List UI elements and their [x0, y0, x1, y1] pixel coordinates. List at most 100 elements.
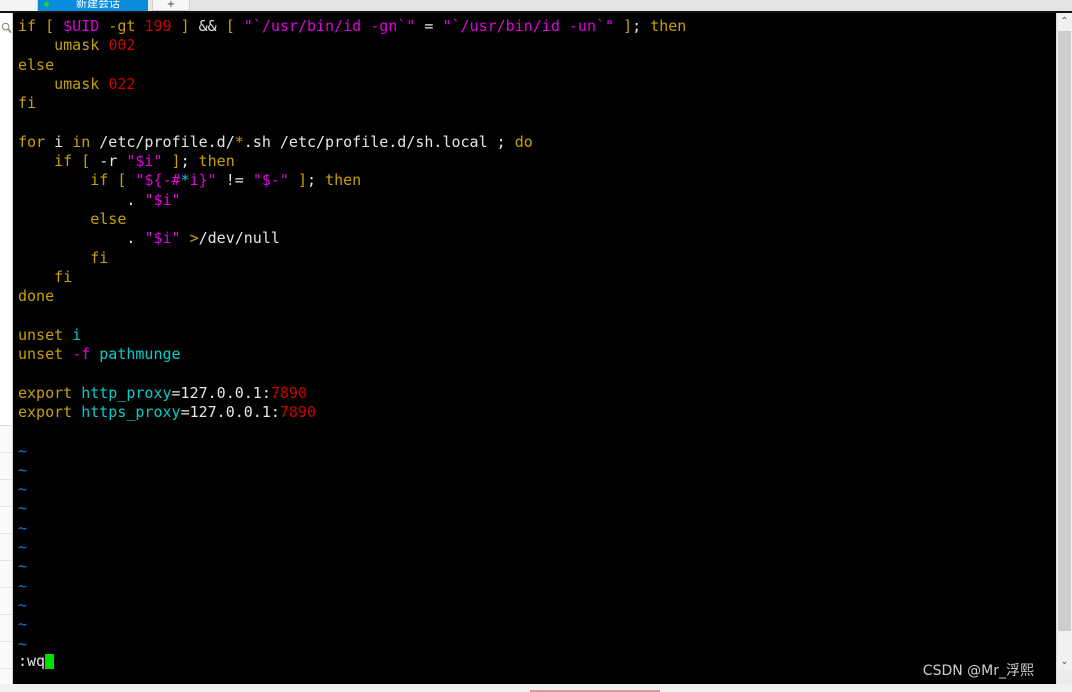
session-status-dot-icon	[44, 2, 49, 7]
code-line: export http_proxy=127.0.0.1:7890	[18, 384, 1056, 403]
code-token: *	[234, 132, 244, 151]
code-line: ~	[18, 577, 1056, 596]
code-line: ~	[18, 519, 1056, 538]
vim-command-line[interactable]: :wq	[18, 652, 55, 671]
code-token: $UID	[63, 17, 100, 35]
code-token: pathmunge	[99, 345, 181, 364]
list-item[interactable]	[0, 534, 12, 561]
code-token: fi	[54, 267, 73, 286]
code-token: ;	[632, 17, 642, 35]
code-token: ~	[18, 595, 28, 614]
code-token: "`/usr/bin/id -un`"	[442, 17, 615, 35]
code-line: ~	[18, 615, 1056, 634]
code-token: =127.0.0.1:	[180, 402, 280, 421]
code-token: ~	[18, 576, 28, 595]
code-token: fi	[90, 248, 109, 267]
code-token: [	[45, 17, 55, 35]
list-item[interactable]	[0, 642, 12, 669]
code-token: "${-#	[135, 171, 181, 190]
code-line: ~	[18, 557, 1056, 576]
code-token: .sh /etc/profile.d/sh.local	[243, 132, 497, 151]
list-item[interactable]	[0, 561, 12, 588]
code-token: ]	[623, 17, 633, 35]
tab-strip-empty-area	[191, 0, 1072, 11]
code-token: -r	[90, 152, 127, 171]
code-token: done	[18, 287, 55, 306]
terminal-screen[interactable]: if [ $UID -gt 199 ] && [ "`/usr/bin/id -…	[13, 13, 1056, 684]
code-token: =127.0.0.1:	[171, 383, 271, 402]
code-token: export	[18, 383, 73, 402]
search-icon[interactable]	[1, 20, 12, 34]
code-token: then	[325, 171, 362, 190]
tab-new-session[interactable]: 新建会话	[38, 0, 148, 11]
code-line: if [ "${-#*i}" != "$-" ]; then	[18, 171, 1056, 190]
code-line: fi	[18, 94, 1056, 113]
tab-strip: 新建会话 +	[0, 0, 1072, 11]
code-token: for	[18, 132, 46, 151]
code-token: umask	[18, 36, 109, 55]
list-item[interactable]	[0, 480, 12, 507]
new-tab-button[interactable]: +	[152, 0, 190, 11]
scroll-up-arrow-icon[interactable]: ⌃	[1057, 13, 1072, 30]
list-item[interactable]	[0, 426, 12, 453]
code-line: if [ -r "$i" ]; then	[18, 152, 1056, 171]
code-token: ~	[18, 460, 28, 479]
code-line: export https_proxy=127.0.0.1:7890	[18, 403, 1056, 422]
code-line: ~	[18, 538, 1056, 557]
tab-strip-left-spacer	[0, 0, 38, 11]
scrollbar-thumb[interactable]	[1058, 31, 1071, 631]
list-item[interactable]	[0, 453, 12, 480]
code-token: ~	[18, 499, 28, 518]
code-line: unset -f pathmunge	[18, 345, 1056, 364]
code-token: 7890	[270, 383, 307, 402]
code-line: . "$i" >/dev/null	[18, 229, 1056, 248]
code-token: .	[18, 229, 145, 248]
code-line: umask 002	[18, 36, 1056, 55]
code-token: ;	[180, 152, 190, 171]
list-item[interactable]	[0, 588, 12, 615]
terminal-app-window: 新建会话 + if [ $UID -gt 199 ] && ["`/usr/b…	[0, 0, 1072, 692]
code-token: 7890	[279, 402, 317, 421]
code-line: umask 022	[18, 75, 1056, 94]
code-line: ~	[18, 596, 1056, 615]
code-line: ~	[18, 635, 1056, 654]
code-token: *	[180, 171, 190, 190]
code-token: 002	[108, 36, 136, 55]
code-line: done	[18, 287, 1056, 306]
code-line: unset i	[18, 326, 1056, 345]
list-item[interactable]	[0, 507, 12, 534]
code-line: ~	[18, 442, 1056, 461]
code-token: ~	[18, 615, 28, 634]
code-line: . "$i"	[18, 191, 1056, 210]
code-token: "$-"	[252, 171, 289, 190]
code-token: -gt	[108, 17, 136, 35]
scroll-down-arrow-icon[interactable]: ⌄	[1057, 653, 1072, 670]
code-line: ~	[18, 461, 1056, 480]
code-token: [	[81, 152, 91, 171]
vertical-scrollbar[interactable]: ⌃ ⌄	[1056, 13, 1072, 692]
code-token: ~	[18, 634, 28, 653]
code-line: ~	[18, 480, 1056, 499]
list-item[interactable]	[0, 615, 12, 642]
vim-buffer[interactable]: if [ $UID -gt 199 ] && [ "`/usr/bin/id -…	[18, 17, 1056, 654]
code-token: "$i"	[144, 190, 181, 209]
